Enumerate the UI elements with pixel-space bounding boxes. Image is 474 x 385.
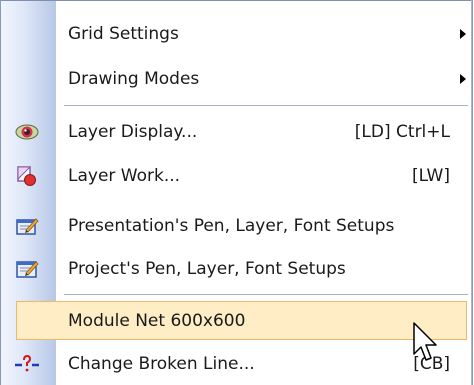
project-setup-icon bbox=[16, 261, 39, 278]
context-menu: Grid Settings Drawing Modes Layer Displa… bbox=[0, 0, 473, 385]
layer-work-icon bbox=[17, 166, 36, 186]
menu-item-shortcut: [LW] bbox=[412, 166, 450, 186]
menu-item-label: Project's Pen, Layer, Font Setups bbox=[68, 259, 346, 279]
menu-item-presentation-setups[interactable]: Presentation's Pen, Layer, Font Setups bbox=[0, 206, 470, 246]
menu-item-label: Change Broken Line... bbox=[68, 354, 255, 374]
menu-item-label: Layer Work... bbox=[68, 166, 181, 186]
menu-separator bbox=[64, 105, 468, 106]
menu-item-label: Grid Settings bbox=[68, 24, 179, 44]
menu-item-grid-settings[interactable]: Grid Settings bbox=[0, 14, 470, 54]
mouse-pointer-icon bbox=[413, 322, 437, 361]
broken-line-icon bbox=[15, 354, 39, 372]
menu-separator bbox=[64, 294, 468, 295]
menu-item-module-net[interactable]: Module Net 600x600 bbox=[0, 301, 470, 341]
menu-item-change-broken-line[interactable]: Change Broken Line... [CB] bbox=[0, 344, 470, 384]
eye-icon bbox=[15, 124, 39, 140]
menu-item-drawing-modes[interactable]: Drawing Modes bbox=[0, 59, 470, 99]
submenu-arrow-icon bbox=[460, 74, 466, 84]
menu-right-border bbox=[471, 0, 473, 385]
menu-item-label: Layer Display... bbox=[68, 122, 198, 142]
menu-item-label: Module Net 600x600 bbox=[68, 311, 246, 331]
menu-item-label: Presentation's Pen, Layer, Font Setups bbox=[68, 216, 395, 236]
presentation-setup-icon bbox=[16, 218, 39, 235]
menu-item-project-setups[interactable]: Project's Pen, Layer, Font Setups bbox=[0, 249, 470, 289]
menu-top-border bbox=[0, 0, 473, 1]
menu-item-shortcut: [LD] Ctrl+L bbox=[354, 122, 450, 142]
menu-item-layer-work[interactable]: Layer Work... [LW] bbox=[0, 156, 470, 196]
submenu-arrow-icon bbox=[460, 29, 466, 39]
menu-item-layer-display[interactable]: Layer Display... [LD] Ctrl+L bbox=[0, 112, 470, 152]
menu-item-label: Drawing Modes bbox=[68, 69, 200, 89]
